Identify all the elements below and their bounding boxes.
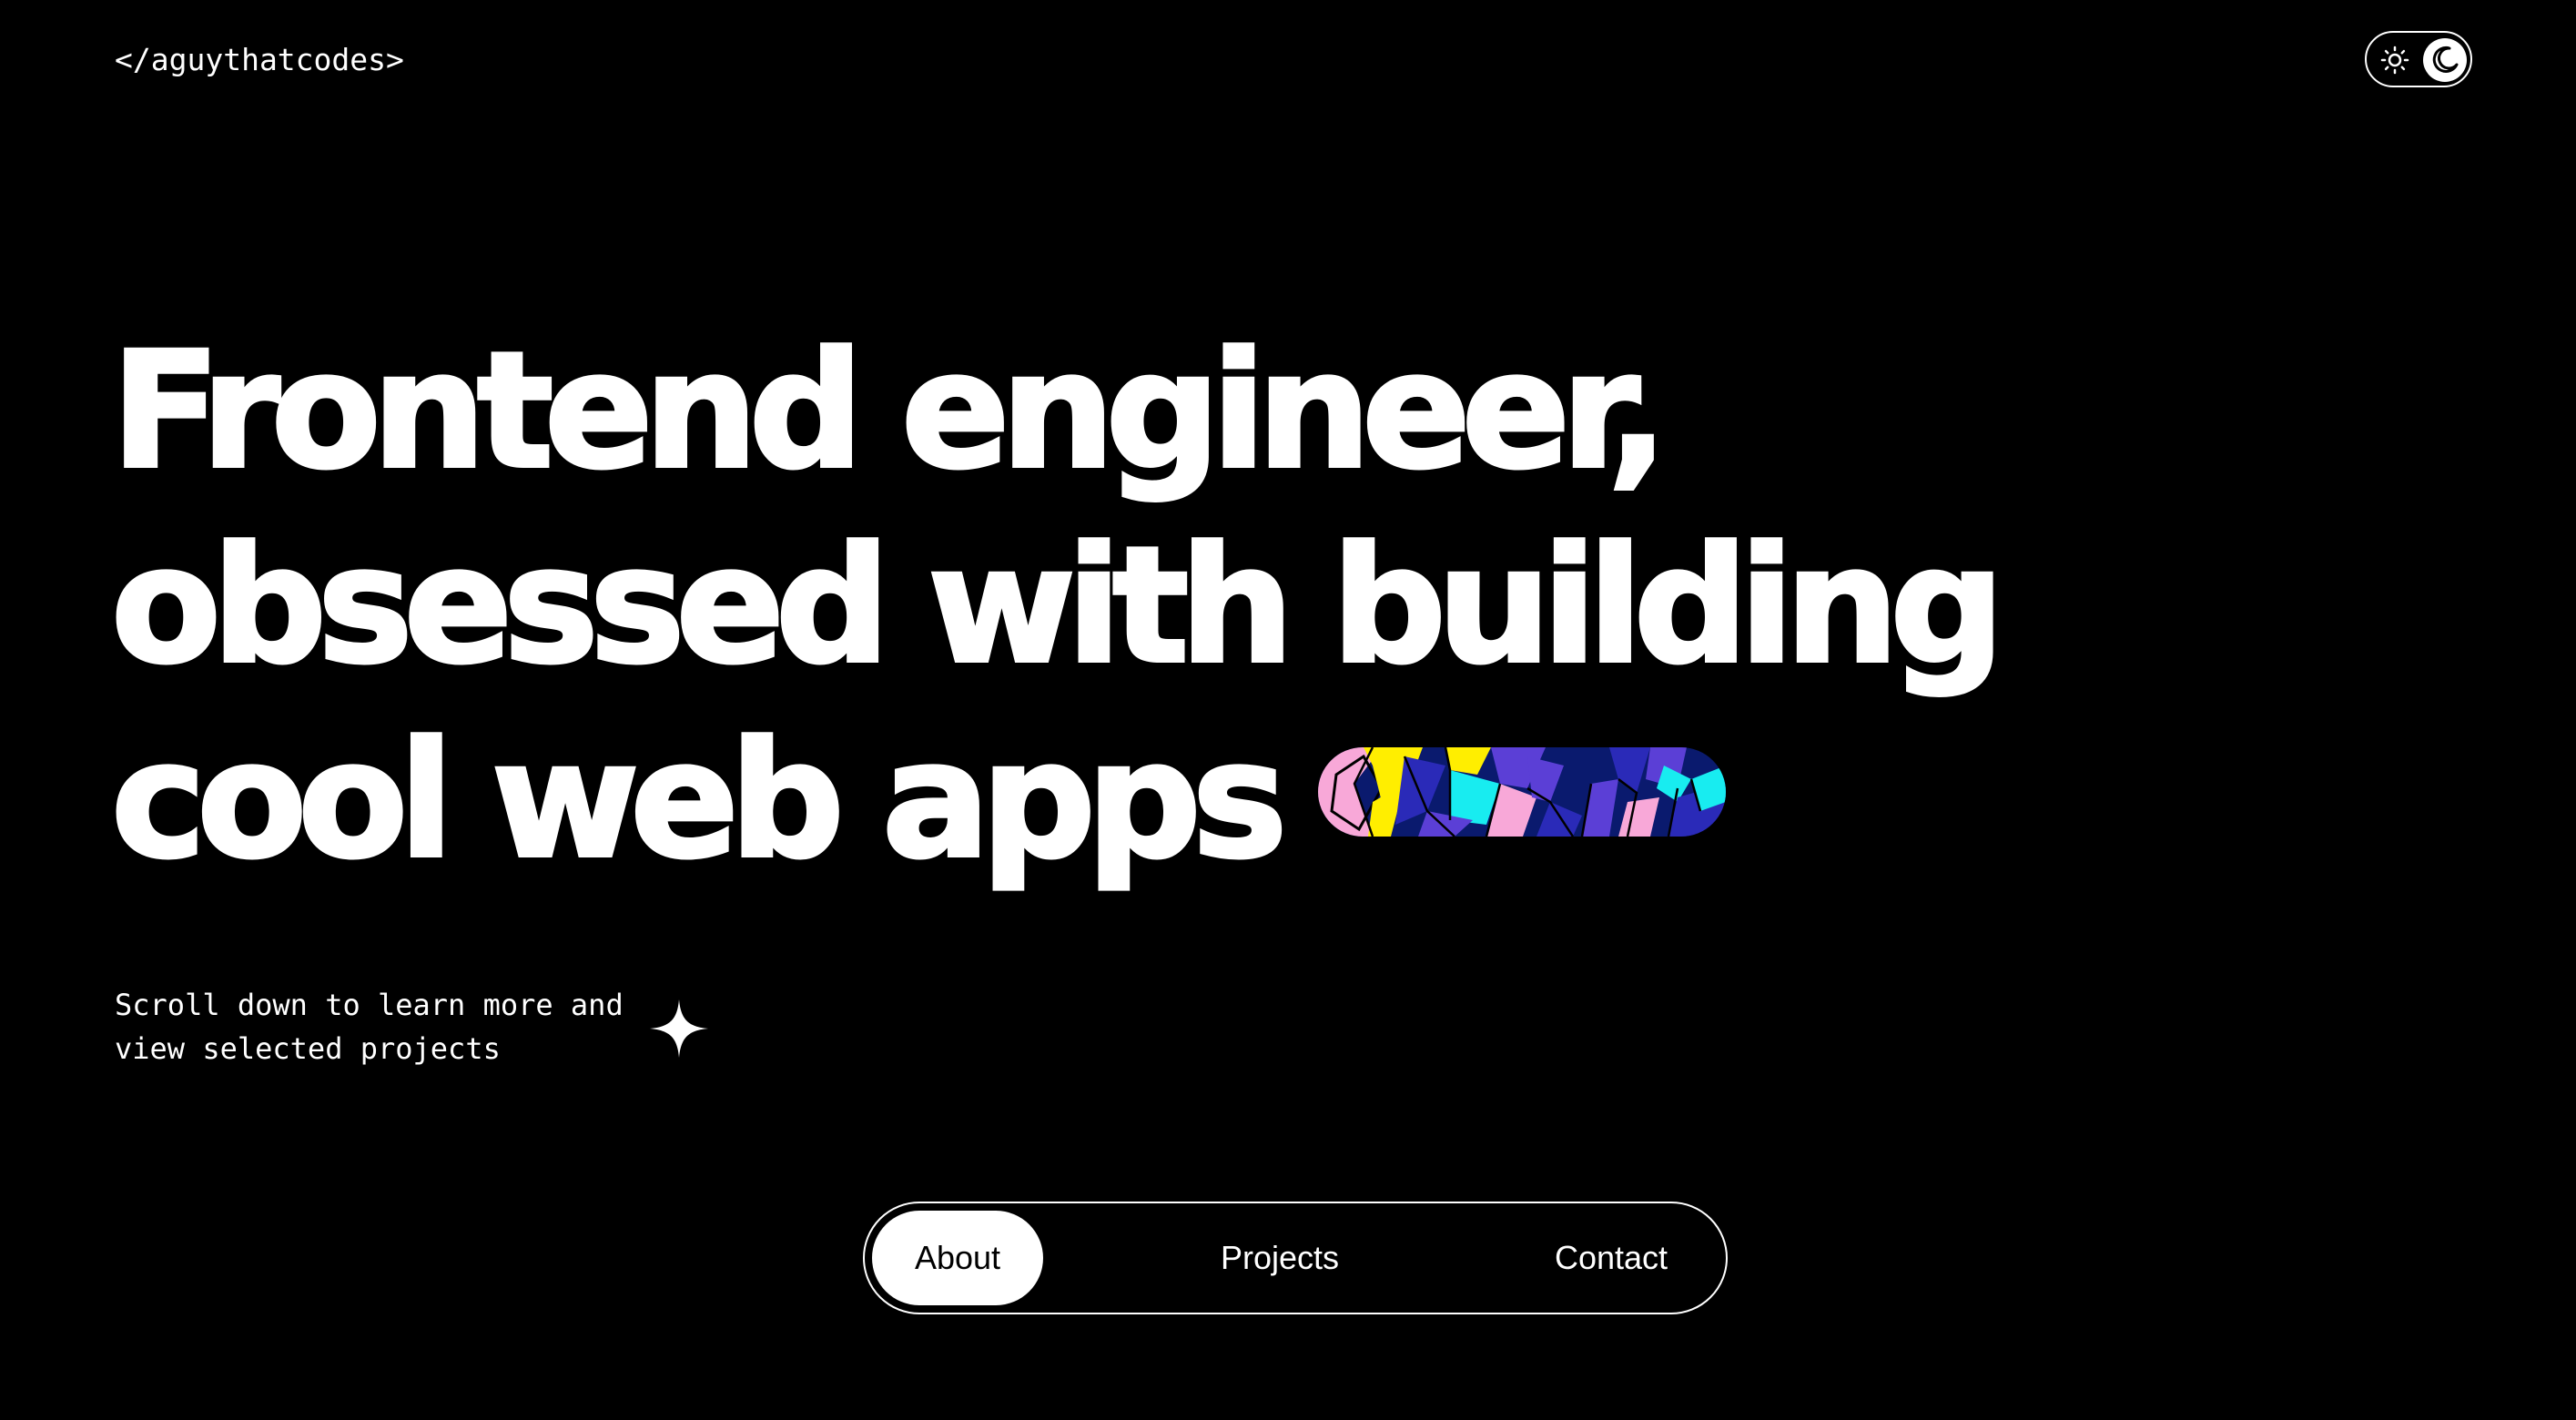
theme-toggle[interactable] (2365, 31, 2472, 87)
scroll-hint: Scroll down to learn more and view selec… (115, 983, 624, 1070)
moon-icon (2432, 46, 2459, 73)
nav-item-about[interactable]: About (872, 1211, 1043, 1305)
headline-line-1: Frontend engineer, (109, 316, 1670, 506)
sparkle-icon (650, 999, 708, 1058)
theme-toggle-knob[interactable] (2423, 38, 2467, 82)
headline-line-3: cool web apps (109, 704, 1995, 898)
nav-item-contact[interactable]: Contact (1520, 1211, 1702, 1305)
scroll-hint-line-2: view selected projects (115, 1031, 501, 1066)
hero-headline: Frontend engineer, obsessed with buildin… (109, 314, 2006, 898)
nav-item-projects[interactable]: Projects (1180, 1211, 1380, 1305)
site-logo[interactable]: </aguythatcodes> (115, 40, 404, 80)
abstract-art-pill-image (1318, 746, 1727, 837)
headline-line-2: obsessed with building (109, 511, 2006, 701)
scroll-hint-line-1: Scroll down to learn more and (115, 988, 624, 1022)
headline-line-3-text: cool web apps (109, 705, 1289, 896)
bottom-nav: About Projects Contact (863, 1202, 1728, 1314)
sun-icon[interactable] (2380, 46, 2409, 75)
